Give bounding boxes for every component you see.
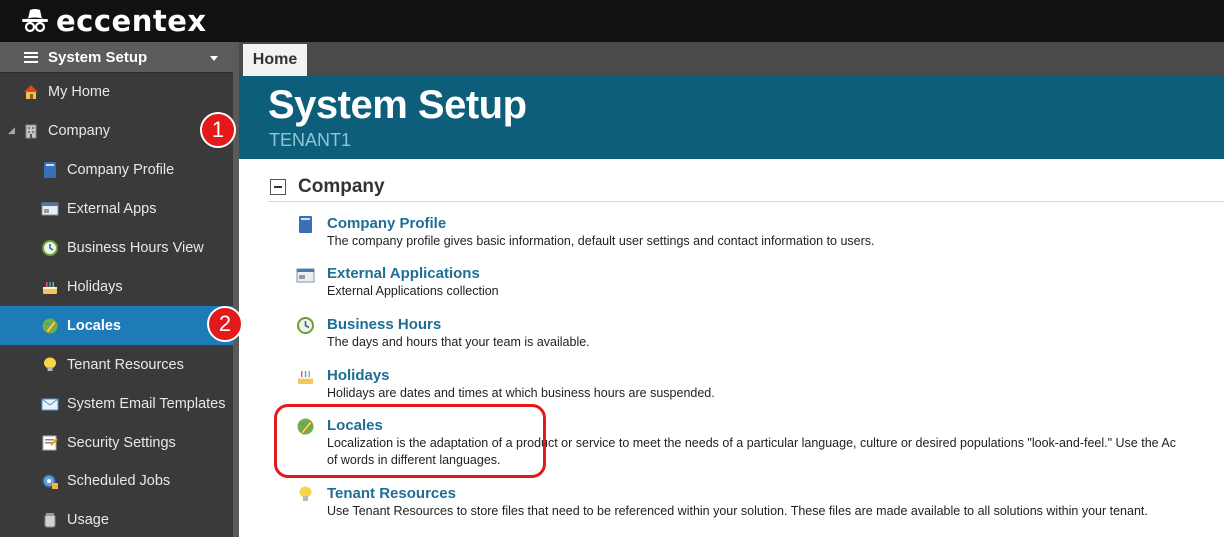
security-form-icon <box>41 434 59 452</box>
tab-home[interactable]: Home <box>243 44 307 76</box>
sidebar-item-label: Security Settings <box>67 434 176 451</box>
annotation-badge-1: 1 <box>200 112 236 148</box>
usage-jar-icon <box>41 511 59 529</box>
sidebar-item-label: Locales <box>67 317 121 334</box>
sidebar-item-label: Usage <box>67 511 109 528</box>
sidebar-item-security-settings[interactable]: Security Settings <box>0 423 233 462</box>
sidebar-item-label: Tenant Resources <box>67 356 184 373</box>
entry-external-applications: External Applications External Applicati… <box>296 265 1224 301</box>
sidebar-item-tenant-resources[interactable]: Tenant Resources <box>0 345 233 384</box>
top-bar: eccentex <box>0 0 1224 42</box>
chevron-down-icon <box>210 56 218 61</box>
section-title: Company <box>298 176 385 197</box>
sidebar-item-business-hours-view[interactable]: Business Hours View <box>0 228 233 267</box>
home-icon <box>22 83 40 101</box>
sidebar-item-label: Scheduled Jobs <box>67 472 171 489</box>
sidebar-item-label: System Email Templates <box>67 395 226 412</box>
sidebar-item-label: External Apps <box>67 200 157 217</box>
sidebar-header-label: System Setup <box>48 48 148 66</box>
clock-icon <box>41 239 59 257</box>
sidebar-item-label: Business Hours View <box>67 239 204 256</box>
brand-name: eccentex <box>56 4 207 38</box>
sidebar-item-holidays[interactable]: Holidays <box>0 267 233 306</box>
entry-link-tenant-resources[interactable]: Tenant Resources <box>327 485 456 502</box>
sidebar-item-company-profile[interactable]: Company Profile <box>0 150 233 189</box>
section-divider <box>268 201 1224 202</box>
sidebar-item-locales[interactable]: Locales <box>0 306 233 345</box>
entry-company-profile: Company Profile The company profile give… <box>296 215 1224 251</box>
window-app-icon <box>41 200 59 218</box>
scheduled-gear-icon <box>41 472 59 490</box>
sidebar-item-label: My Home <box>48 83 111 100</box>
cake-icon <box>41 278 59 296</box>
annotation-badge-2: 2 <box>207 306 243 342</box>
globe-pencil-icon <box>41 317 59 335</box>
sidebar-header-menu[interactable]: System Setup <box>0 42 233 73</box>
page-banner: System Setup TENANT1 <box>239 76 1224 159</box>
window-app-icon <box>296 268 315 283</box>
expanded-arrow-icon: ◢ <box>8 125 15 135</box>
entry-holidays: Holidays Holidays are dates and times at… <box>296 367 1224 403</box>
sidebar-item-label: Holidays <box>67 278 123 295</box>
book-icon <box>299 216 312 233</box>
sidebar-item-label: Company Profile <box>67 161 175 178</box>
lightbulb-icon <box>41 356 59 374</box>
building-icon <box>22 122 40 140</box>
sidebar-item-company[interactable]: ◢ Company <box>0 111 233 150</box>
entry-tenant-resources: Tenant Resources Use Tenant Resources to… <box>296 485 1224 521</box>
entry-link-holidays[interactable]: Holidays <box>327 367 390 384</box>
sidebar-item-label: Company <box>48 122 111 139</box>
entry-description: Use Tenant Resources to store files that… <box>327 504 1148 518</box>
sidebar-item-my-home[interactable]: My Home <box>0 72 233 111</box>
entry-business-hours: Business Hours The days and hours that y… <box>296 316 1224 352</box>
cake-icon <box>298 371 313 384</box>
entry-description: The company profile gives basic informat… <box>327 234 875 248</box>
collapse-toggle[interactable] <box>270 179 286 195</box>
sidebar-item-external-apps[interactable]: External Apps <box>0 189 233 228</box>
spy-hat-icon <box>22 9 48 33</box>
book-icon <box>41 161 59 179</box>
section-header-company: Company <box>270 176 385 198</box>
lightbulb-icon <box>299 486 312 501</box>
entry-link-business-hours[interactable]: Business Hours <box>327 316 441 333</box>
sidebar-item-scheduled-jobs[interactable]: Scheduled Jobs <box>0 461 233 500</box>
tenant-name: TENANT1 <box>269 130 352 150</box>
entry-description: Holidays are dates and times at which bu… <box>327 386 715 400</box>
brand-logo[interactable]: eccentex <box>20 4 207 38</box>
envelope-icon <box>41 395 59 413</box>
entry-description: External Applications collection <box>327 284 499 298</box>
sidebar-item-system-email-templates[interactable]: System Email Templates <box>0 384 233 423</box>
entry-link-company-profile[interactable]: Company Profile <box>327 215 446 232</box>
page-title: System Setup <box>268 83 527 127</box>
tab-bar: Home <box>239 42 1224 76</box>
sidebar-item-usage[interactable]: Usage <box>0 500 233 539</box>
entry-link-external-applications[interactable]: External Applications <box>327 265 480 282</box>
hamburger-icon <box>24 51 38 63</box>
entry-description: The days and hours that your team is ava… <box>327 335 590 349</box>
clock-icon <box>297 317 314 334</box>
annotation-highlight-box <box>274 404 546 478</box>
minus-icon <box>274 186 282 188</box>
